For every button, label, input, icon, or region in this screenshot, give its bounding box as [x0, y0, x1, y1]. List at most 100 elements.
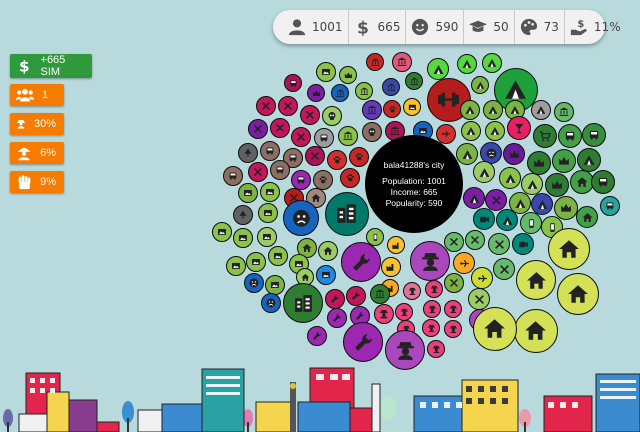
- building-bubble-bandit[interactable]: [427, 340, 445, 358]
- building-bubble-plane[interactable]: [453, 252, 475, 274]
- building-bubble-bus[interactable]: [260, 141, 280, 161]
- building-bubble-crown[interactable]: [527, 151, 551, 175]
- building-bubble-paw[interactable]: [383, 100, 401, 118]
- building-bubble-tools[interactable]: [291, 127, 311, 147]
- building-bubble-tools[interactable]: [444, 232, 464, 252]
- building-bubble-bus[interactable]: [223, 166, 243, 186]
- building-bubble-photo[interactable]: [238, 183, 258, 203]
- building-bubble-bandit[interactable]: [444, 320, 462, 338]
- building-bubble-photo[interactable]: [403, 98, 421, 116]
- building-bubble-video[interactable]: [512, 233, 534, 255]
- building-bubble-tools[interactable]: [488, 233, 510, 255]
- building-bubble-crown[interactable]: [503, 143, 525, 165]
- building-bubble-bank[interactable]: [554, 102, 574, 122]
- building-bubble-photo[interactable]: [233, 228, 253, 248]
- building-bubble-phone[interactable]: [520, 212, 542, 234]
- building-bubble-tent[interactable]: [473, 161, 495, 183]
- building-bubble-bus[interactable]: [600, 196, 620, 216]
- building-bubble-cup[interactable]: [507, 116, 531, 140]
- building-bubble-crown[interactable]: [307, 84, 325, 102]
- building-bubble-tent[interactable]: [496, 209, 518, 231]
- building-bubble-photo[interactable]: [257, 227, 277, 247]
- building-bubble-tools[interactable]: [278, 96, 298, 116]
- building-bubble-factory[interactable]: [381, 257, 401, 277]
- building-bubble-house[interactable]: [548, 228, 590, 270]
- building-bubble-bus[interactable]: [291, 170, 311, 190]
- building-bubble-office[interactable]: [283, 283, 323, 323]
- building-bubble-tools[interactable]: [270, 118, 290, 138]
- building-bubble-tent[interactable]: [471, 76, 489, 94]
- building-bubble-bank[interactable]: [362, 100, 382, 120]
- building-bubble-house[interactable]: [557, 273, 599, 315]
- building-bubble-tools[interactable]: [468, 288, 490, 310]
- building-bubble-tent[interactable]: [482, 53, 502, 73]
- building-bubble-photo[interactable]: [258, 203, 278, 223]
- building-bubble-bandit[interactable]: [374, 304, 394, 324]
- building-bubble-tree[interactable]: [238, 143, 258, 163]
- building-bubble-paw[interactable]: [349, 147, 369, 167]
- building-bubble-tools[interactable]: [256, 96, 276, 116]
- building-bubble-bank[interactable]: [392, 52, 412, 72]
- building-bubble-tent[interactable]: [485, 121, 505, 141]
- building-bubble-bus[interactable]: [558, 124, 582, 148]
- building-bubble-photo[interactable]: [212, 222, 232, 242]
- building-bubble-paw[interactable]: [313, 170, 333, 190]
- building-bubble-bandit[interactable]: [425, 280, 443, 298]
- building-bubble-tree[interactable]: [233, 205, 253, 225]
- building-bubble-bank[interactable]: [370, 284, 390, 304]
- building-bubble-tent[interactable]: [577, 148, 601, 172]
- building-bubble-tent[interactable]: [461, 121, 481, 141]
- building-bubble-wrench[interactable]: [343, 322, 383, 362]
- building-bubble-photo[interactable]: [316, 62, 336, 82]
- building-bubble-crown[interactable]: [339, 66, 357, 84]
- building-bubble-bandit[interactable]: [444, 300, 462, 318]
- building-bubble-video[interactable]: [473, 208, 495, 230]
- building-bubble-bank[interactable]: [405, 72, 423, 90]
- building-bubble-tent[interactable]: [499, 167, 521, 189]
- building-bubble-tent[interactable]: [457, 54, 477, 74]
- building-bubble-bank[interactable]: [382, 78, 400, 96]
- building-bubble-photo[interactable]: [268, 246, 288, 266]
- building-bubble-wrench[interactable]: [307, 326, 327, 346]
- building-bubble-tools[interactable]: [248, 162, 268, 182]
- building-bubble-crown[interactable]: [545, 173, 569, 197]
- building-bubble-bank[interactable]: [338, 126, 358, 146]
- building-bubble-tools[interactable]: [444, 273, 464, 293]
- building-bubble-wrench[interactable]: [327, 308, 347, 328]
- city-center[interactable]: bala41288's city Population: 1001 Income…: [365, 135, 463, 233]
- building-bubble-bank[interactable]: [366, 53, 384, 71]
- building-bubble-bandit[interactable]: [410, 241, 450, 281]
- building-bubble-bandit[interactable]: [422, 319, 440, 337]
- building-bubble-house[interactable]: [516, 260, 556, 300]
- building-bubble-office[interactable]: [325, 192, 369, 236]
- building-bubble-paw[interactable]: [340, 168, 360, 188]
- building-bubble-house[interactable]: [576, 206, 598, 228]
- building-bubble-house[interactable]: [514, 309, 558, 353]
- building-bubble-bandit[interactable]: [403, 282, 421, 300]
- building-bubble-crown[interactable]: [552, 149, 576, 173]
- building-bubble-sad[interactable]: [244, 273, 264, 293]
- building-bubble-bandit[interactable]: [423, 300, 441, 318]
- building-bubble-house[interactable]: [318, 241, 338, 261]
- building-bubble-wrench[interactable]: [341, 242, 381, 282]
- building-bubble-bus[interactable]: [314, 128, 334, 148]
- building-bubble-tools[interactable]: [300, 105, 320, 125]
- building-bubble-tools[interactable]: [305, 146, 325, 166]
- building-bubble-tent[interactable]: [483, 100, 503, 120]
- building-bubble-sad[interactable]: [283, 200, 319, 236]
- building-bubble-tools[interactable]: [493, 258, 515, 280]
- building-bubble-house[interactable]: [473, 307, 517, 351]
- building-bubble-factory[interactable]: [387, 236, 405, 254]
- building-bubble-photo[interactable]: [246, 252, 266, 272]
- building-bubble-photo[interactable]: [316, 265, 336, 285]
- building-bubble-skull[interactable]: [362, 122, 382, 142]
- building-bubble-skull[interactable]: [322, 106, 342, 126]
- building-bubble-bus[interactable]: [270, 160, 290, 180]
- building-bubble-tent[interactable]: [463, 187, 485, 209]
- building-bubble-cart[interactable]: [533, 124, 557, 148]
- building-bubble-tools[interactable]: [248, 119, 268, 139]
- building-bubble-tent[interactable]: [456, 143, 478, 165]
- building-bubble-paw[interactable]: [327, 150, 347, 170]
- building-bubble-photo[interactable]: [260, 182, 280, 202]
- building-bubble-crown[interactable]: [554, 196, 578, 220]
